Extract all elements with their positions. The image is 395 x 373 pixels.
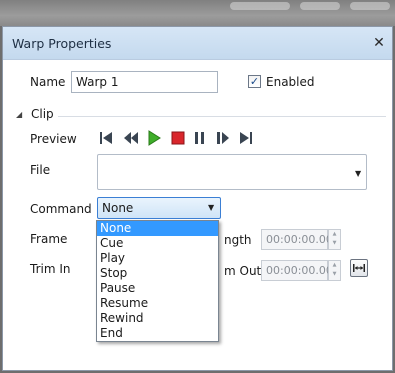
enabled-checkbox[interactable]: ✓ — [248, 75, 261, 88]
enabled-label: Enabled — [266, 75, 315, 89]
pause-icon — [195, 132, 204, 144]
close-button[interactable]: ✕ — [368, 32, 390, 54]
collapse-triangle-icon[interactable]: ◢ — [16, 110, 22, 119]
checkmark-icon: ✓ — [249, 75, 260, 88]
trim-out-label: m Out — [224, 264, 262, 278]
command-option-rewind[interactable]: Rewind — [97, 311, 218, 326]
command-dropdown-list: None Cue Play Stop Pause Resume Rewind End — [96, 220, 219, 342]
name-input[interactable]: Warp 1 — [71, 71, 218, 93]
clip-section-label: Clip — [31, 107, 54, 121]
fit-trim-button[interactable] — [350, 259, 368, 277]
skip-last-icon — [240, 132, 252, 144]
rewind-button[interactable] — [123, 130, 138, 146]
section-divider — [58, 116, 386, 117]
frame-label: Frame — [30, 232, 68, 246]
length-field[interactable]: 00:00:00.00 — [261, 229, 333, 250]
chevron-down-icon: ▼ — [355, 169, 362, 178]
window-title: Warp Properties — [12, 36, 112, 51]
play-icon — [148, 130, 161, 146]
name-label: Name — [30, 75, 66, 89]
spin-down-icon[interactable]: ▼ — [329, 270, 340, 279]
spin-up-icon[interactable]: ▲ — [329, 261, 340, 270]
file-label: File — [30, 163, 51, 177]
step-forward-icon — [217, 132, 229, 144]
pause-button[interactable] — [193, 130, 207, 146]
command-option-stop[interactable]: Stop — [97, 266, 218, 281]
step-forward-button[interactable] — [216, 130, 230, 146]
background-window — [0, 0, 395, 26]
command-option-cue[interactable]: Cue — [97, 236, 218, 251]
trim-out-spinner[interactable]: ▲ ▼ — [328, 260, 341, 281]
command-option-play[interactable]: Play — [97, 251, 218, 266]
spin-down-icon[interactable]: ▼ — [329, 239, 340, 248]
chevron-down-icon: ▼ — [208, 203, 215, 212]
close-icon: ✕ — [373, 35, 385, 51]
command-option-resume[interactable]: Resume — [97, 296, 218, 311]
command-option-pause[interactable]: Pause — [97, 281, 218, 296]
skip-first-button[interactable] — [99, 130, 113, 146]
skip-last-button[interactable] — [239, 130, 253, 146]
command-select[interactable]: None ▼ — [97, 197, 221, 219]
fit-width-icon — [353, 264, 365, 272]
length-label: ngth — [224, 233, 252, 247]
file-combo[interactable]: ▼ — [97, 154, 367, 190]
length-spinner[interactable]: ▲ ▼ — [328, 229, 341, 250]
command-option-end[interactable]: End — [97, 326, 218, 341]
trim-in-label: Trim In — [30, 262, 71, 276]
background-blur — [230, 2, 290, 10]
trim-out-field[interactable]: 00:00:00.00 — [261, 260, 333, 281]
skip-first-icon — [100, 132, 112, 144]
command-value: None — [102, 201, 134, 215]
title-bar[interactable]: Warp Properties ✕ — [3, 27, 392, 60]
stop-icon — [171, 131, 185, 145]
preview-label: Preview — [30, 132, 77, 146]
background-blur — [300, 2, 340, 10]
spin-up-icon[interactable]: ▲ — [329, 230, 340, 239]
rewind-icon — [124, 132, 138, 144]
background-blur — [350, 2, 390, 10]
play-button[interactable] — [147, 130, 161, 146]
command-option-none[interactable]: None — [97, 221, 218, 236]
stop-button[interactable] — [171, 130, 185, 146]
command-label: Command — [30, 202, 92, 216]
